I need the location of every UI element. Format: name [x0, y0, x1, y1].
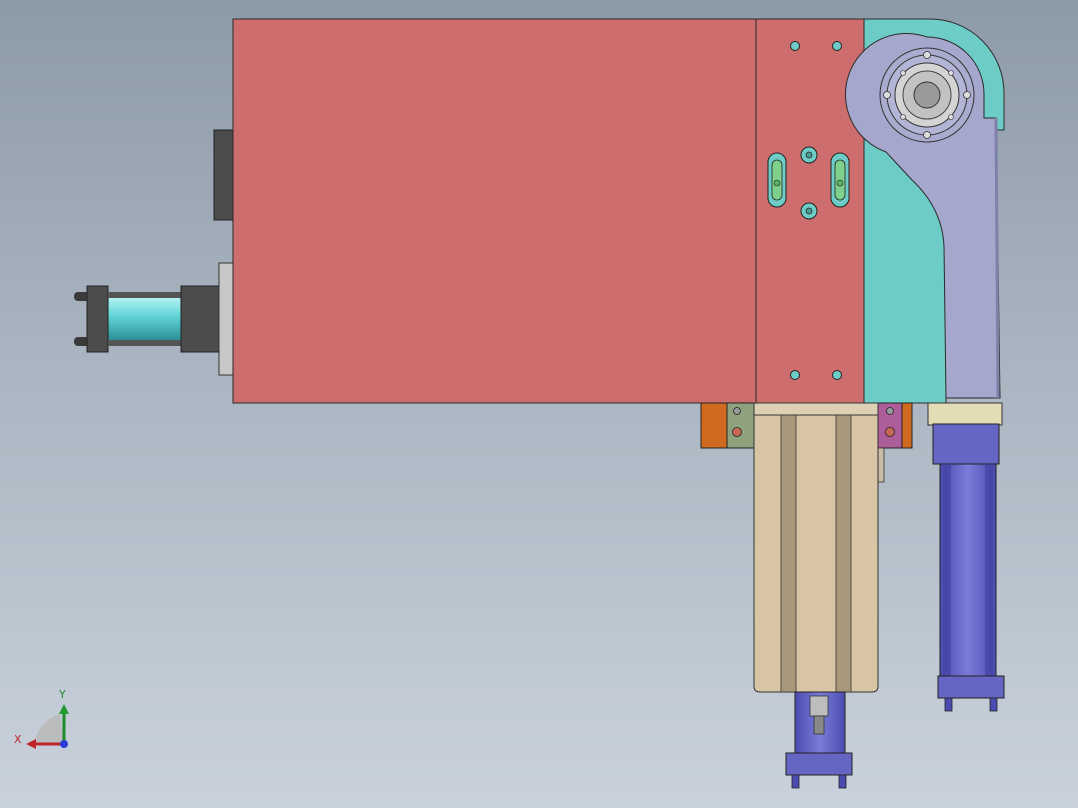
- main-housing: [232, 18, 757, 404]
- coordinate-triad-icon: [26, 704, 69, 749]
- lower-bracket-right: [877, 402, 913, 449]
- axis-x-label: X: [14, 733, 22, 746]
- left-cylinder: [74, 262, 235, 376]
- side-connector-block: [213, 129, 235, 221]
- pivot-arm-edge: [994, 117, 1000, 399]
- lower-bracket-left: [700, 402, 755, 449]
- adjustment-slot-right: [830, 152, 850, 208]
- bottom-cylinder: [785, 691, 853, 789]
- cylinder-rod-strip-bottom: [108, 340, 183, 346]
- cad-assembly-drawing[interactable]: [0, 0, 1078, 808]
- cad-viewport[interactable]: Y X: [0, 0, 1078, 808]
- axis-y-label: Y: [59, 688, 66, 701]
- pivot-bearing: [879, 47, 975, 143]
- cylinder-head-block: [180, 285, 222, 353]
- adjustment-slot-left: [767, 152, 787, 208]
- cylinder-mount-plate: [218, 262, 235, 376]
- cylinder-rod-strip-top: [108, 292, 183, 298]
- cylinder-barrel: [107, 296, 184, 342]
- linear-slide: [753, 402, 885, 693]
- cylinder-end-plate: [86, 285, 109, 353]
- right-vertical-cylinder: [927, 402, 1005, 712]
